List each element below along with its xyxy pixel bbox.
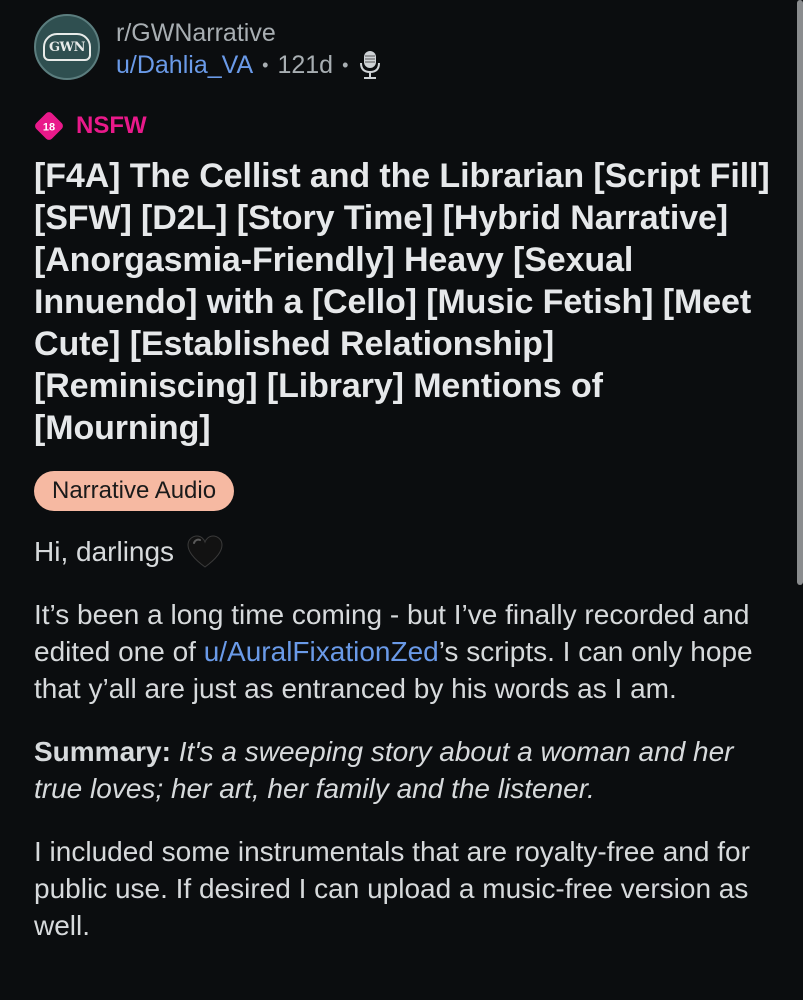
summary-paragraph: Summary: It's a sweeping story about a w… (34, 733, 779, 807)
subreddit-avatar[interactable]: GWN (34, 14, 100, 80)
post-age: 121d (277, 51, 334, 79)
microphone-icon (359, 50, 381, 80)
link-flair[interactable]: Narrative Audio (34, 471, 235, 511)
post-header: GWN r/GWNarrative u/Dahlia_VA • 121d • (34, 14, 779, 81)
nsfw-18-icon: 18 (34, 111, 64, 141)
user-mention-link[interactable]: u/AuralFixationZed (204, 636, 439, 667)
nsfw-label: NSFW (76, 112, 147, 139)
post-meta: r/GWNarrative u/Dahlia_VA • 121d • (116, 14, 381, 81)
nsfw-badge-text: 18 (43, 122, 55, 134)
scrollbar[interactable] (797, 0, 803, 585)
subreddit-name[interactable]: r/GWNarrative (116, 17, 381, 49)
nsfw-tag: 18 NSFW (34, 111, 779, 141)
greeting-text: Hi, darlings (34, 536, 175, 567)
music-paragraph: I included some instrumentals that are r… (34, 836, 750, 941)
author-name[interactable]: u/Dahlia_VA (116, 49, 253, 81)
greeting-paragraph: Hi, darlings (34, 533, 779, 570)
post-body: Hi, darlings It’s been a long time comin… (34, 533, 779, 944)
post: GWN r/GWNarrative u/Dahlia_VA • 121d • 1… (34, 14, 779, 970)
separator-dot: • (342, 55, 349, 75)
separator-dot: • (262, 55, 269, 75)
avatar-logo: GWN (43, 33, 91, 61)
summary-label: Summary: (34, 736, 171, 767)
black-heart-icon (186, 534, 224, 570)
author-line: u/Dahlia_VA • 121d • (116, 49, 381, 81)
post-title: [F4A] The Cellist and the Librarian [Scr… (34, 157, 770, 447)
intro-paragraph: It’s been a long time coming - but I’ve … (34, 596, 779, 707)
